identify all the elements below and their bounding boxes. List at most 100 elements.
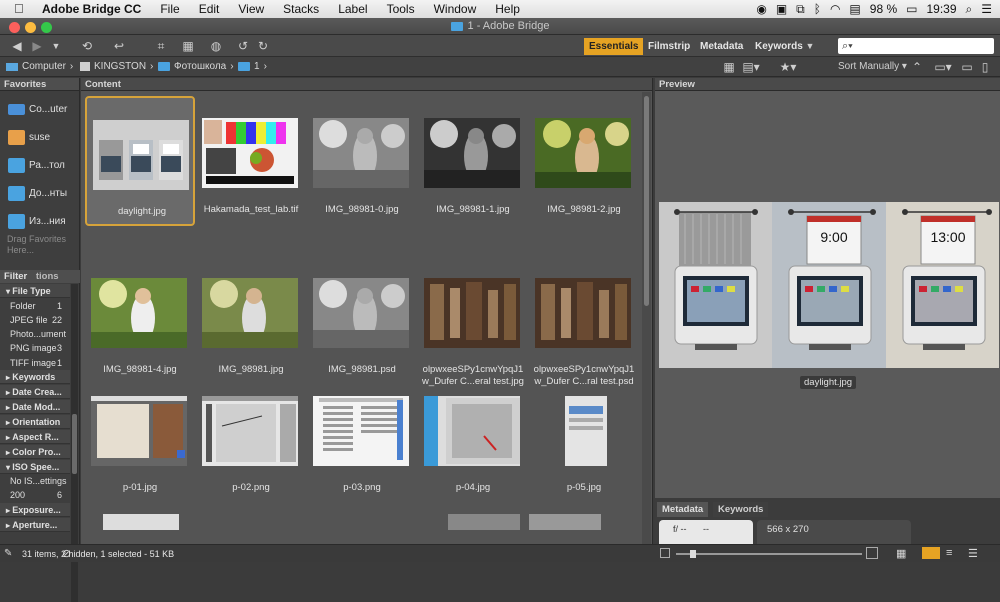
open-in-camera-raw-icon[interactable]: ◍ [208, 38, 224, 54]
recent-icon[interactable]: ⟲ [78, 38, 96, 54]
breadcrumb-photoschool[interactable]: Фотошкола › [158, 61, 234, 72]
battery-icon[interactable]: ▭ [906, 2, 917, 16]
thumbnail-item[interactable]: p-05.jpg [529, 374, 639, 504]
notification-icon[interactable]: ☰ [981, 2, 992, 16]
filter-category[interactable]: Aperture... [0, 518, 70, 532]
thumbnail-item[interactable]: p-04.jpg [418, 374, 528, 504]
thumbnail-item[interactable]: IMG_98981-1.jpg [418, 96, 528, 226]
wifi-icon[interactable]: ◠ [830, 2, 840, 16]
content-scrollbar[interactable] [642, 92, 651, 544]
pin-icon[interactable]: ✎ [4, 548, 12, 559]
spotlight-icon[interactable]: ⌕ [966, 2, 973, 17]
favorite-documents[interactable]: До...нты [0, 180, 80, 206]
bluetooth-icon[interactable]: ᛒ [814, 2, 821, 16]
workspace-menu-icon[interactable]: ▼ [804, 38, 816, 54]
filter-category[interactable]: ISO Spee... [0, 460, 70, 474]
workspace-essentials[interactable]: Essentials [584, 38, 644, 55]
filter-category[interactable]: Date Crea... [0, 385, 70, 399]
thumbnail-item[interactable]: olpwxeeSPy1cnwYpqJ1 w_Dufer C...ral test… [529, 256, 639, 387]
favorite-pictures[interactable]: Из...ния [0, 208, 80, 234]
record-icon[interactable]: ◉ [756, 2, 766, 16]
thumbnail-size-slider[interactable] [676, 550, 862, 558]
close-button[interactable] [9, 22, 20, 33]
tab-metadata[interactable]: Metadata [657, 502, 709, 517]
favorite-computer[interactable]: Co...uter [0, 96, 80, 122]
thumbnail-item[interactable]: p-02.png [196, 374, 306, 504]
grid-lock-icon[interactable]: ▦ [896, 547, 906, 560]
large-thumb-icon[interactable] [866, 547, 878, 559]
workspace-keywords[interactable]: Keywords [750, 38, 808, 55]
view-thumbnails-icon[interactable] [922, 547, 940, 559]
thumbnail-partial[interactable] [529, 514, 601, 530]
view-details-icon[interactable]: ≡ [946, 547, 952, 559]
thumbnail-partial[interactable] [103, 514, 179, 530]
new-folder-icon[interactable]: ▭ [960, 59, 974, 75]
open-recent-icon[interactable]: ▭▾ [932, 59, 954, 75]
thumbnail-item[interactable]: p-01.jpg [85, 374, 195, 504]
thumbnail-item[interactable]: daylight.jpg [85, 96, 195, 226]
clock[interactable]: 19:39 [926, 2, 956, 16]
breadcrumb-computer[interactable]: Computer › [6, 61, 73, 72]
thumbnail-item[interactable]: olpwxeeSPy1cnwYpqJ1 w_Dufer C...eral tes… [418, 256, 528, 387]
tab-filter[interactable]: Filter [4, 271, 27, 282]
rotate-left-icon[interactable]: ↺ [236, 38, 250, 54]
sync-icon[interactable]: ⧉ [796, 2, 805, 17]
thumbnail-item[interactable]: IMG_98981.jpg [196, 256, 306, 386]
filter-category[interactable]: Orientation [0, 415, 70, 429]
filter-category[interactable]: Date Mod... [0, 400, 70, 414]
workspace-metadata[interactable]: Metadata [695, 38, 748, 55]
content-tab[interactable]: Content [81, 78, 652, 91]
minimize-button[interactable] [25, 22, 36, 33]
filter-category[interactable]: Keywords [0, 370, 70, 384]
sort-direction-icon[interactable]: ⌃ [910, 59, 924, 75]
back-icon[interactable]: ◀ [10, 38, 24, 54]
workspace-filmstrip[interactable]: Filmstrip [643, 38, 695, 55]
view-grid-icon[interactable]: ▤▾ [740, 59, 762, 75]
scroll-thumb[interactable] [644, 96, 649, 306]
filter-option[interactable]: No IS...ettings [0, 474, 70, 488]
tab-keywords[interactable]: Keywords [713, 502, 769, 517]
rotate-right-icon[interactable]: ↻ [256, 38, 270, 54]
menu-tools[interactable]: Tools [387, 2, 415, 16]
favorites-tab[interactable]: Favorites [0, 78, 79, 91]
refine-icon[interactable]: ▦ [178, 38, 198, 54]
chevron-down-icon[interactable]: ▼ [50, 38, 62, 54]
filter-option[interactable]: PNG image 3 [0, 341, 70, 355]
small-thumb-icon[interactable] [660, 548, 670, 558]
menu-help[interactable]: Help [495, 2, 520, 16]
apple-icon[interactable]:  [14, 2, 28, 16]
filter-option[interactable]: JPEG file 22 [0, 313, 70, 327]
thumbnail-item[interactable]: Hakamada_test_lab.tif [196, 96, 306, 226]
flag-icon[interactable]: ▤ [849, 2, 860, 16]
camera-icon[interactable]: ⌗ [152, 38, 170, 54]
slider-thumb[interactable] [690, 550, 696, 558]
display-icon[interactable]: ▣ [776, 2, 787, 16]
filter-option[interactable]: Folder 1 [0, 299, 70, 313]
trash-icon[interactable]: ▯ [978, 59, 992, 75]
filter-option[interactable]: 200 6 [0, 488, 70, 502]
favorite-desktop[interactable]: Ра...тол [0, 152, 80, 178]
menu-app[interactable]: Adobe Bridge CC [42, 2, 141, 16]
breadcrumb-kingston[interactable]: KINGSTON › [80, 61, 153, 72]
filter-category[interactable]: Color Pro... [0, 445, 70, 459]
thumbnail-partial[interactable] [448, 514, 520, 530]
breadcrumb-1[interactable]: 1 › [238, 61, 267, 72]
quality-icon[interactable]: ▦ [722, 59, 736, 75]
preview-image[interactable]: 9:00 13:00 [659, 202, 999, 368]
sort-dropdown[interactable]: Sort Manually ▾ [838, 59, 907, 75]
preview-tab[interactable]: Preview [655, 78, 1000, 91]
filter-category[interactable]: File Type [0, 284, 70, 298]
menu-stacks[interactable]: Stacks [283, 2, 319, 16]
forward-icon[interactable]: ▶ [30, 38, 44, 54]
favorite-home[interactable]: suse [0, 124, 80, 150]
thumbnail-item[interactable]: IMG_98981.psd [307, 256, 417, 386]
battery-text[interactable]: 98 % [870, 2, 897, 16]
filter-option[interactable]: Photo...ument [0, 327, 70, 341]
filter-category[interactable]: Aspect R... [0, 430, 70, 444]
menu-label[interactable]: Label [338, 2, 367, 16]
menu-view[interactable]: View [238, 2, 264, 16]
boomerang-icon[interactable]: ↩ [112, 38, 126, 54]
thumbnail-item[interactable]: IMG_98981-4.jpg [85, 256, 195, 386]
thumbnail-item[interactable]: IMG_98981-2.jpg [529, 96, 639, 226]
thumbnail-item[interactable]: IMG_98981-0.jpg [307, 96, 417, 226]
